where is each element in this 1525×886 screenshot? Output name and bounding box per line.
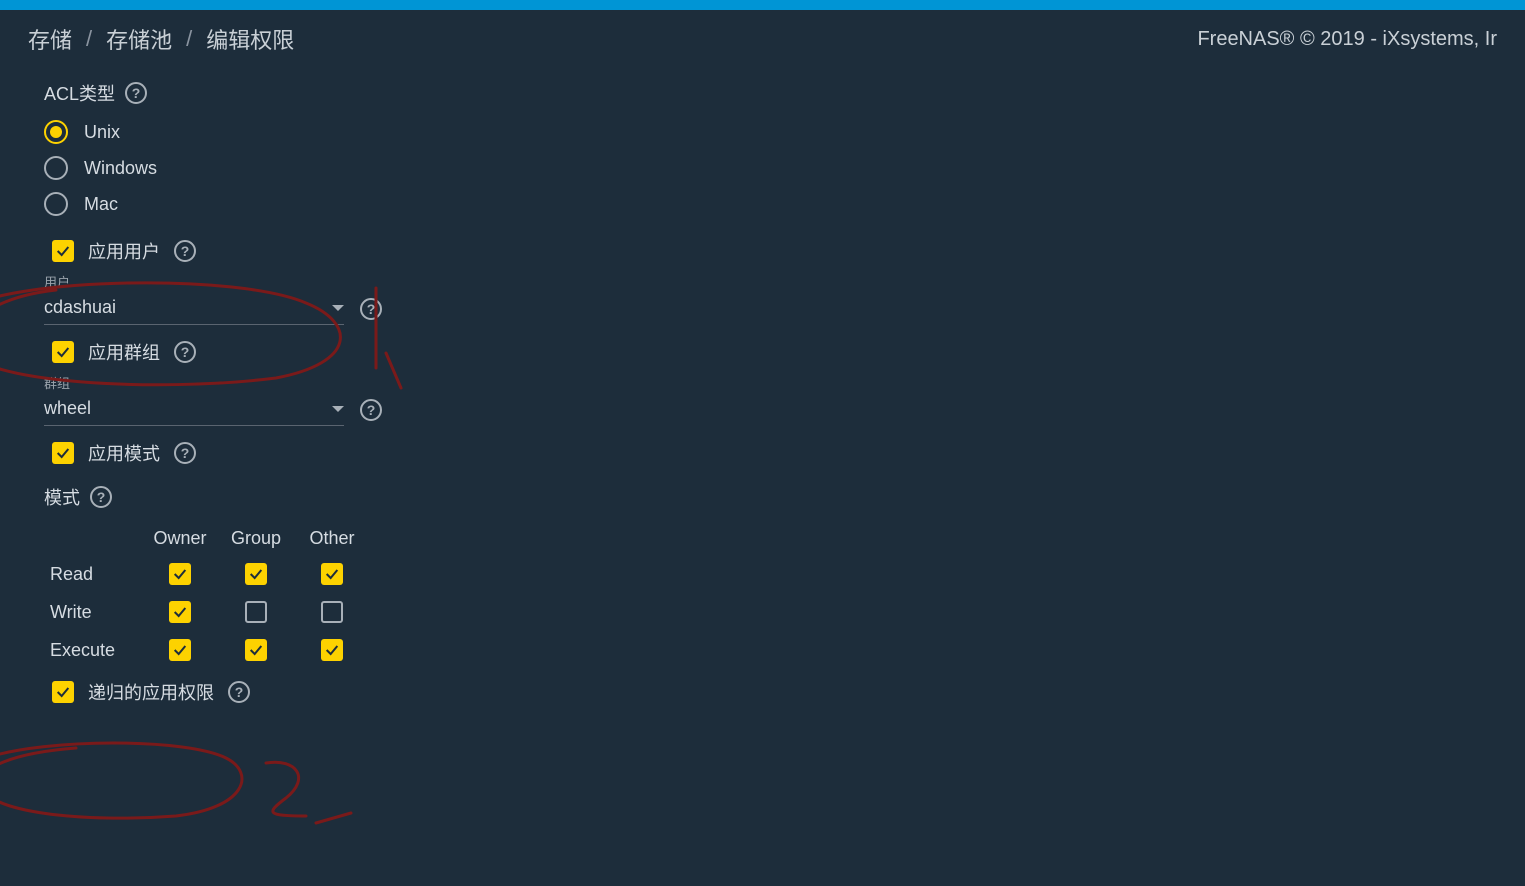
user-select-block: 用户 cdashuai ? — [44, 272, 1481, 325]
user-select-value: cdashuai — [44, 297, 116, 318]
perm-row-execute: Execute — [50, 639, 1481, 661]
group-select[interactable]: wheel — [44, 394, 344, 426]
chevron-down-icon — [332, 406, 344, 412]
col-owner: Owner — [142, 528, 218, 549]
breadcrumb-item-edit-permissions: 编辑权限 — [206, 23, 294, 55]
row-label-read: Read — [50, 564, 142, 585]
apply-user-label: 应用用户 — [88, 238, 160, 264]
help-icon[interactable]: ? — [174, 341, 196, 363]
help-icon[interactable]: ? — [174, 442, 196, 464]
group-select-block: 群组 wheel ? — [44, 373, 1481, 426]
recursive-apply-label: 递归的应用权限 — [88, 679, 214, 705]
acl-type-label: ACL类型 — [44, 80, 115, 106]
acl-type-label-row: ACL类型 ? — [44, 80, 1481, 106]
perm-execute-group-checkbox[interactable] — [245, 639, 267, 661]
window-topbar — [0, 0, 1525, 10]
perm-row-write: Write — [50, 601, 1481, 623]
radio-button[interactable] — [44, 192, 68, 216]
permissions-header: Owner Group Other — [50, 528, 1481, 549]
radio-mac[interactable]: Mac — [44, 192, 1481, 216]
chevron-down-icon — [332, 305, 344, 311]
perm-read-group-checkbox[interactable] — [245, 563, 267, 585]
apply-mode-checkbox[interactable] — [52, 442, 74, 464]
page-header: 存储 / 存储池 / 编辑权限 FreeNAS® © 2019 - iXsyst… — [0, 10, 1525, 68]
perm-execute-owner-checkbox[interactable] — [169, 639, 191, 661]
row-label-execute: Execute — [50, 640, 142, 661]
apply-group-row: 应用群组 ? — [52, 339, 1481, 365]
group-select-label: 群组 — [44, 373, 1481, 392]
apply-mode-row: 应用模式 ? — [52, 440, 1481, 466]
apply-mode-label: 应用模式 — [88, 440, 160, 466]
perm-write-other-checkbox[interactable] — [321, 601, 343, 623]
radio-button[interactable] — [44, 120, 68, 144]
breadcrumb-item-pools[interactable]: 存储池 — [106, 23, 172, 55]
perm-read-other-checkbox[interactable] — [321, 563, 343, 585]
breadcrumb-separator: / — [186, 26, 192, 52]
perm-row-read: Read — [50, 563, 1481, 585]
radio-label-mac: Mac — [84, 194, 118, 215]
radio-label-windows: Windows — [84, 158, 157, 179]
form-content: ACL类型 ? Unix Windows Mac 应用用户 ? 用户 cdash… — [0, 68, 1525, 733]
perm-write-owner-checkbox[interactable] — [169, 601, 191, 623]
mode-label-row: 模式 ? — [44, 484, 1481, 510]
radio-unix[interactable]: Unix — [44, 120, 1481, 144]
breadcrumb-item-storage[interactable]: 存储 — [28, 23, 72, 55]
col-group: Group — [218, 528, 294, 549]
col-other: Other — [294, 528, 370, 549]
perm-read-owner-checkbox[interactable] — [169, 563, 191, 585]
apply-group-label: 应用群组 — [88, 339, 160, 365]
user-select[interactable]: cdashuai — [44, 293, 344, 325]
group-select-value: wheel — [44, 398, 91, 419]
recursive-apply-checkbox[interactable] — [52, 681, 74, 703]
radio-label-unix: Unix — [84, 122, 120, 143]
acl-type-radio-group: Unix Windows Mac — [44, 120, 1481, 216]
help-icon[interactable]: ? — [360, 399, 382, 421]
radio-button[interactable] — [44, 156, 68, 180]
perm-execute-other-checkbox[interactable] — [321, 639, 343, 661]
help-icon[interactable]: ? — [125, 82, 147, 104]
perm-write-group-checkbox[interactable] — [245, 601, 267, 623]
breadcrumb: 存储 / 存储池 / 编辑权限 — [28, 23, 294, 55]
row-label-write: Write — [50, 602, 142, 623]
apply-group-checkbox[interactable] — [52, 341, 74, 363]
mode-label: 模式 — [44, 484, 80, 510]
help-icon[interactable]: ? — [174, 240, 196, 262]
help-icon[interactable]: ? — [90, 486, 112, 508]
help-icon[interactable]: ? — [228, 681, 250, 703]
radio-windows[interactable]: Windows — [44, 156, 1481, 180]
breadcrumb-separator: / — [86, 26, 92, 52]
apply-user-checkbox[interactable] — [52, 240, 74, 262]
apply-user-row: 应用用户 ? — [52, 238, 1481, 264]
help-icon[interactable]: ? — [360, 298, 382, 320]
permissions-table: Owner Group Other Read Write Execute — [50, 528, 1481, 661]
footer-copyright: FreeNAS® © 2019 - iXsystems, Ir — [1197, 28, 1497, 51]
user-select-label: 用户 — [44, 272, 1481, 291]
recursive-apply-row: 递归的应用权限 ? — [52, 679, 1481, 705]
